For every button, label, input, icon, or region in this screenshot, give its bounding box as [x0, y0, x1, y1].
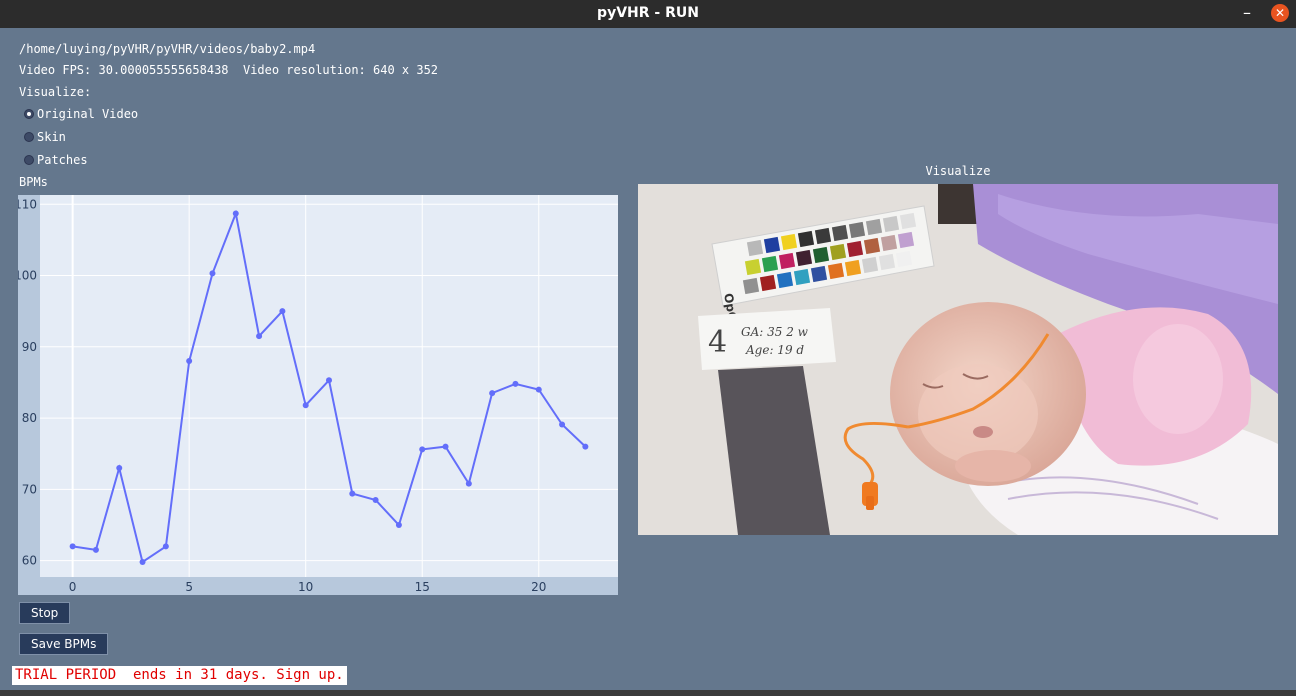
bpm-data-point	[256, 333, 263, 340]
window-titlebar: pyVHR - RUN – ✕	[0, 0, 1296, 28]
color-swatch	[761, 255, 779, 273]
window-title: pyVHR - RUN	[597, 5, 699, 21]
plot-area	[40, 195, 618, 577]
bpm-data-point	[535, 386, 542, 393]
color-swatch	[746, 239, 764, 257]
color-swatch	[795, 249, 813, 267]
color-swatch	[895, 250, 913, 268]
bpm-data-point	[512, 380, 519, 387]
color-swatch	[793, 268, 811, 286]
bpm-data-point	[326, 377, 332, 384]
radio-original-video[interactable]: Original Video	[24, 106, 138, 122]
color-swatch	[878, 253, 896, 271]
bpm-data-point	[395, 521, 402, 528]
color-swatch	[848, 221, 866, 239]
color-swatch	[899, 212, 917, 230]
color-swatch	[797, 230, 815, 248]
note-card: 4 GA: 35 2 w Age: 19 d	[698, 308, 836, 370]
bpm-data-point	[582, 443, 589, 450]
color-swatch	[780, 233, 798, 251]
bpm-data-point	[209, 270, 216, 277]
radio-skin[interactable]: Skin	[24, 129, 66, 145]
x-tick-label: 5	[185, 580, 193, 594]
color-swatch	[810, 265, 828, 283]
bpm-data-point	[162, 543, 169, 550]
color-swatch	[763, 236, 781, 254]
color-swatch	[897, 231, 915, 249]
x-tick-label: 20	[531, 580, 546, 594]
color-swatch	[880, 234, 898, 252]
bpm-data-point	[139, 559, 146, 566]
video-info: Video FPS: 30.000055555658438 Video reso…	[19, 63, 439, 77]
color-swatch	[863, 237, 881, 255]
bpm-data-point	[559, 421, 566, 428]
taskbar-strip	[0, 690, 1296, 696]
note-line2: Age: 19 d	[745, 343, 804, 357]
video-frame: OpCARD 4 GA: 35 2 w Age: 19 d	[638, 184, 1278, 535]
bpm-chart-svg: 60 70 80 90 100 110 0 5 10 15 20	[14, 195, 618, 594]
y-tick-label: 60	[22, 554, 37, 568]
color-swatch	[778, 252, 796, 270]
visualize-title: Visualize	[925, 164, 991, 178]
color-swatch	[742, 277, 760, 295]
radio-label: Original Video	[37, 107, 139, 121]
radio-unselected-icon[interactable]	[24, 155, 34, 165]
note-number: 4	[708, 325, 727, 360]
x-tick-label: 10	[298, 580, 313, 594]
bpm-data-point	[372, 497, 379, 504]
y-tick-label: 90	[22, 340, 37, 354]
color-swatch	[829, 243, 847, 261]
bpm-data-point	[232, 210, 239, 217]
color-swatch	[812, 246, 830, 264]
save-bpms-button[interactable]: Save BPMs	[19, 633, 109, 655]
bpm-data-point	[349, 490, 356, 497]
color-swatch	[776, 271, 794, 289]
color-swatch	[827, 262, 845, 280]
bpm-data-point	[419, 446, 426, 453]
color-swatch	[844, 259, 862, 277]
color-swatch	[744, 258, 762, 276]
y-tick-label: 110	[18, 197, 37, 211]
radio-label: Skin	[37, 130, 66, 144]
bpm-chart[interactable]: 60 70 80 90 100 110 0 5 10 15 20	[14, 195, 618, 595]
visualize-label: Visualize:	[19, 85, 92, 99]
radio-unselected-icon[interactable]	[24, 132, 34, 142]
color-swatch	[831, 224, 849, 242]
minimize-icon[interactable]: –	[1238, 2, 1256, 24]
y-tick-label: 70	[22, 482, 37, 496]
color-swatch	[861, 256, 879, 274]
bpm-data-point	[302, 402, 309, 409]
color-swatch	[882, 215, 900, 233]
bpm-data-point	[279, 308, 286, 315]
video-path: /home/luying/pyVHR/pyVHR/videos/baby2.mp…	[19, 42, 316, 56]
bpm-data-point	[186, 358, 193, 365]
x-tick-label: 15	[415, 580, 430, 594]
radio-label: Patches	[37, 153, 88, 167]
y-tick-label: 100	[18, 269, 37, 283]
color-swatch	[759, 274, 777, 292]
note-line1: GA: 35 2 w	[741, 325, 809, 339]
radio-patches[interactable]: Patches	[24, 152, 88, 168]
color-swatch	[846, 240, 864, 258]
bpm-data-point	[465, 480, 472, 487]
color-swatch	[814, 227, 832, 245]
stop-button[interactable]: Stop	[19, 602, 71, 624]
trial-banner[interactable]: TRIAL PERIOD ends in 31 days. Sign up.	[12, 666, 347, 685]
bpm-data-point	[489, 390, 496, 397]
bpm-data-point	[92, 546, 99, 553]
close-icon[interactable]: ✕	[1271, 4, 1289, 22]
radio-selected-icon[interactable]	[24, 109, 34, 119]
bpm-label: BPMs	[19, 175, 48, 189]
bpm-data-point	[116, 464, 123, 471]
video-frame-image: OpCARD 4 GA: 35 2 w Age: 19 d	[638, 184, 1278, 535]
color-swatch	[865, 218, 883, 236]
x-tick-label: 0	[69, 580, 77, 594]
y-tick-label: 80	[22, 411, 37, 425]
bpm-data-point	[69, 543, 76, 550]
bpm-data-point	[442, 443, 449, 450]
